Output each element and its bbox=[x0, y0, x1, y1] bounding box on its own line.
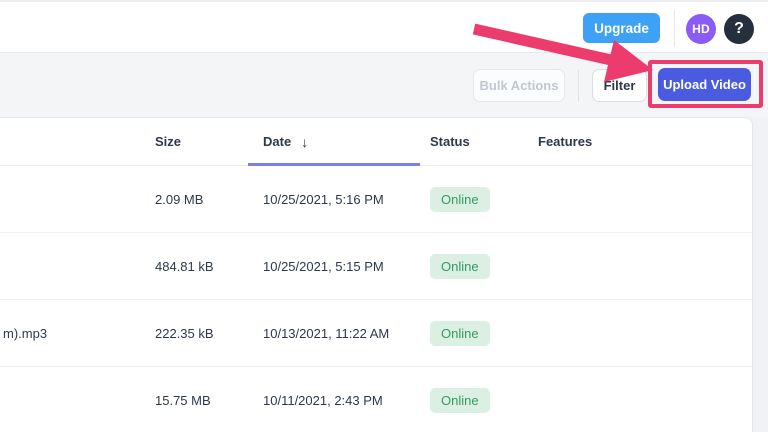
sort-active-underline bbox=[248, 162, 420, 166]
table-row[interactable]: 2.09 MB 10/25/2021, 5:16 PM Online bbox=[0, 166, 752, 233]
file-name-cell: m).mp3 bbox=[3, 325, 48, 341]
status-badge: Online bbox=[430, 320, 490, 346]
file-size-cell: 15.75 MB bbox=[155, 392, 211, 408]
table-header-row: Size Date ↓ Status Features bbox=[0, 118, 752, 166]
file-date-cell: 10/13/2021, 11:22 AM bbox=[263, 325, 390, 341]
upgrade-button[interactable]: Upgrade bbox=[583, 13, 660, 43]
column-header-features: Features bbox=[538, 134, 593, 149]
file-size-cell: 222.35 kB bbox=[155, 325, 214, 341]
file-status-cell: Online bbox=[420, 320, 528, 346]
column-header-date-label: Date bbox=[263, 134, 292, 149]
content-area: Size Date ↓ Status Features 2.09 MB 10/2… bbox=[0, 117, 768, 432]
user-avatar[interactable]: HD bbox=[686, 14, 716, 44]
file-date-cell: 10/25/2021, 5:15 PM bbox=[263, 258, 384, 274]
table-row[interactable]: m).mp3 222.35 kB 10/13/2021, 11:22 AM On… bbox=[0, 300, 752, 367]
column-header-status: Status bbox=[430, 134, 470, 149]
sort-descending-icon: ↓ bbox=[301, 133, 309, 150]
file-status-cell: Online bbox=[420, 186, 528, 212]
filter-button[interactable]: Filter bbox=[592, 69, 647, 102]
file-status-cell: Online bbox=[420, 253, 528, 279]
app-window: Upgrade HD ? Bulk Actions Filter Upload … bbox=[0, 0, 768, 432]
upload-video-button[interactable]: Upload Video bbox=[658, 68, 751, 101]
status-badge: Online bbox=[430, 253, 490, 279]
help-icon[interactable]: ? bbox=[724, 14, 754, 44]
toolbar-divider bbox=[578, 70, 579, 101]
file-date-cell: 10/11/2021, 2:43 PM bbox=[263, 392, 383, 408]
files-table: Size Date ↓ Status Features 2.09 MB 10/2… bbox=[0, 117, 753, 432]
file-status-cell: Online bbox=[420, 387, 528, 413]
bulk-actions-button[interactable]: Bulk Actions bbox=[473, 69, 565, 102]
table-row[interactable]: 484.81 kB 10/25/2021, 5:15 PM Online bbox=[0, 233, 752, 300]
status-badge: Online bbox=[430, 387, 490, 413]
column-header-size[interactable]: Size bbox=[140, 134, 248, 149]
status-badge: Online bbox=[430, 186, 490, 212]
file-size-cell: 484.81 kB bbox=[155, 258, 214, 274]
toolbar: Bulk Actions Filter Upload Video bbox=[0, 52, 768, 117]
top-header-bar: Upgrade HD ? bbox=[0, 0, 768, 52]
table-body: 2.09 MB 10/25/2021, 5:16 PM Online 484.8… bbox=[0, 166, 752, 432]
header-divider bbox=[674, 10, 675, 47]
column-header-date[interactable]: Date ↓ bbox=[248, 118, 420, 166]
file-size-cell: 2.09 MB bbox=[155, 191, 204, 207]
table-row[interactable]: 15.75 MB 10/11/2021, 2:43 PM Online bbox=[0, 367, 752, 432]
file-date-cell: 10/25/2021, 5:16 PM bbox=[263, 191, 384, 207]
